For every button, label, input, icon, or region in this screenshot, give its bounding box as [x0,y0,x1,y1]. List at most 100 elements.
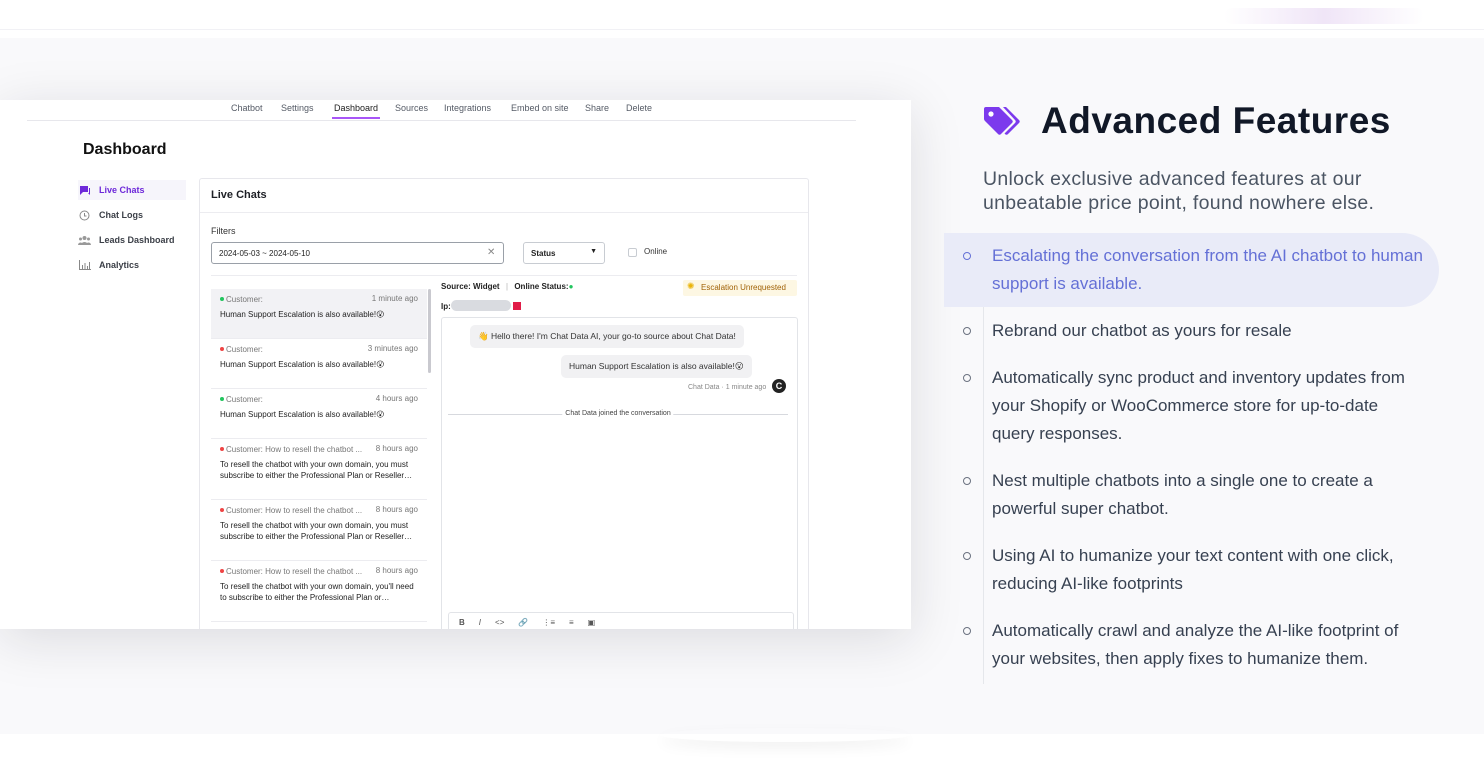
conversation-customer: Customer: [220,345,263,354]
tab-integrations[interactable]: Integrations [444,103,491,113]
lightbulb-icon: ✺ [687,281,695,291]
conversation-message: Human Support Escalation is also availab… [220,310,385,319]
online-status-label: Online Status: [514,282,569,291]
bullet-icon [963,477,971,485]
flag-icon [513,302,521,310]
conversation-customer: Customer: How to resell the chatbot ... [220,445,362,454]
conversation-customer: Customer: [220,395,263,404]
tab-sources[interactable]: Sources [395,103,428,113]
tab-share[interactable]: Share [585,103,609,113]
chevron-down-icon: ▼ [590,248,597,255]
feature-item[interactable]: Rebrand our chatbot as yours for resale [944,317,1439,345]
feature-item[interactable]: Nest multiple chatbots into a single one… [944,467,1439,523]
status-dot [220,447,224,451]
chat-window: 👋 Hello there! I'm Chat Data AI, your go… [441,317,798,629]
section-title: Advanced Features [1041,100,1391,141]
avatar: C [772,379,786,393]
italic-button[interactable]: I [479,618,481,627]
conversation-item[interactable]: Customer: How to resell the chatbot ... … [211,561,427,622]
tab-delete[interactable]: Delete [626,103,652,113]
section-subtitle: Unlock exclusive advanced features at ou… [983,168,1375,214]
sidebar-item-live-chats[interactable]: Live Chats [78,180,186,200]
tags-icon [982,106,1020,143]
list-scrollbar[interactable] [428,289,431,373]
ordered-list-button[interactable]: ⋮≡ [542,618,555,627]
conversation-customer: Customer: How to resell the chatbot ... [220,567,362,576]
online-checkbox[interactable] [628,248,637,257]
tab-settings[interactable]: Settings [281,103,314,113]
sidebar-item-label: Analytics [99,260,140,270]
joined-divider: Chat Data joined the conversation [448,410,788,418]
link-button[interactable]: 🔗 [518,618,528,627]
ip-label: Ip: [441,302,451,311]
chat-bubble: Human Support Escalation is also availab… [561,355,752,378]
top-glow [1224,8,1424,24]
conversation-time: 4 hours ago [375,394,418,403]
bullet-list-button[interactable]: ≡ [569,618,574,627]
live-chats-panel: Live Chats Filters 2024-05-03 ~ 2024-05-… [199,178,809,629]
conversation-item[interactable]: Customer: How to resell the chatbot ... … [211,439,427,500]
bullet-icon [963,552,971,560]
online-label: Online [644,247,668,256]
conversation-time: 8 hours ago [375,566,418,575]
status-dot [220,347,224,351]
feature-item[interactable]: Using AI to humanize your text content w… [944,542,1439,598]
chat-bubble: 👋 Hello there! I'm Chat Data AI, your go… [470,325,744,348]
status-dot [220,397,224,401]
conversation-item[interactable]: Customer: 1 minute ago Human Support Esc… [211,289,427,339]
ip-address-redacted [451,300,511,311]
tab-dashboard[interactable]: Dashboard [331,103,381,119]
code-block-button[interactable]: ▣ [588,618,596,627]
bullet-icon [963,327,971,335]
feature-item[interactable]: Automatically sync product and inventory… [944,364,1439,448]
users-icon [78,235,91,246]
escalation-badge: ✺ Escalation Unrequested [683,280,797,296]
status-dot [220,297,224,301]
conversation-item[interactable]: Customer: 4 hours ago Human Support Esca… [211,389,427,439]
top-bar [0,0,1484,30]
conversation-message: To resell the chatbot with your own doma… [220,521,413,541]
code-button[interactable]: <> [495,618,504,627]
divider [211,275,797,276]
conversation-time: 1 minute ago [371,294,418,303]
decorative-shadow [660,728,910,742]
clear-icon[interactable]: ✕ [487,247,495,258]
sidebar-item-leads-dashboard[interactable]: Leads Dashboard [78,230,186,250]
filters-label: Filters [211,226,236,236]
conversation-message: To resell the chatbot with your own doma… [220,460,413,480]
sidebar-item-analytics[interactable]: Analytics [78,255,186,275]
sidebar-item-label: Live Chats [99,185,145,195]
feature-item[interactable]: Automatically crawl and analyze the AI-l… [944,617,1439,673]
chat-header: Source: Widget | Online Status:● [441,282,574,291]
sidebar-item-label: Leads Dashboard [99,235,175,245]
bullet-icon [963,627,971,635]
bullet-icon [963,252,971,260]
history-icon [78,210,91,221]
dashboard-nav: Chatbot Settings Dashboard Sources Integ… [27,100,856,121]
status-dot [220,508,224,512]
conversation-time: 8 hours ago [375,444,418,453]
conversation-customer: Customer: How to resell the chatbot ... [220,506,362,515]
chat-icon [78,185,91,196]
bullet-icon [963,374,971,382]
feature-item[interactable]: Escalating the conversation from the AI … [944,233,1439,307]
conversation-item[interactable]: Customer: How to resell the chatbot ... … [211,500,427,561]
conversation-item[interactable]: Customer: 3 minutes ago Human Support Es… [211,339,427,389]
tab-chatbot[interactable]: Chatbot [231,103,263,113]
status-select-label: Status [531,249,556,258]
sidebar-item-label: Chat Logs [99,210,143,220]
sidebar-item-chat-logs[interactable]: Chat Logs [78,205,186,225]
message-meta: Chat Data · 1 minute ago [688,384,767,391]
conversation-time: 8 hours ago [375,505,418,514]
conversation-message: Human Support Escalation is also availab… [220,410,385,419]
status-select[interactable]: Status ▼ [523,242,605,264]
source-label: Source: Widget [441,282,500,291]
online-dot: ● [568,282,574,291]
conversation-message: Human Support Escalation is also availab… [220,360,385,369]
editor-toolbar: B I <> 🔗 ⋮≡ ≡ ▣ [448,612,794,629]
date-range-input[interactable]: 2024-05-03 ~ 2024-05-10 [211,242,504,264]
tab-embed-on-site[interactable]: Embed on site [511,103,569,113]
status-dot [220,569,224,573]
conversation-customer: Customer: [220,295,263,304]
bold-button[interactable]: B [459,618,465,627]
